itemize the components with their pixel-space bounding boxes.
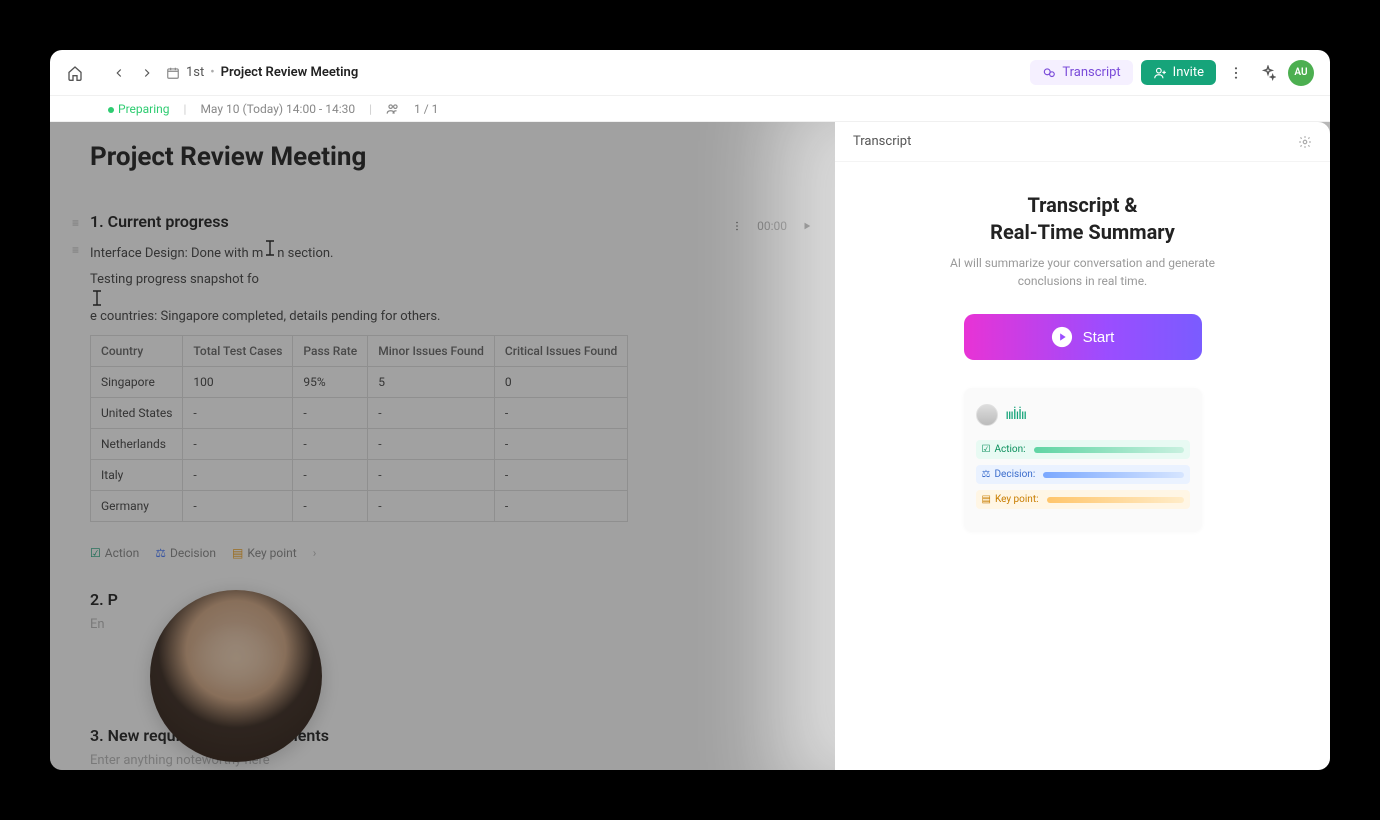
table-row[interactable]: United States---- — [91, 397, 628, 428]
panel-title: Transcript — [853, 134, 911, 149]
tag-keypoint[interactable]: ▤Key point — [232, 546, 297, 560]
invite-label: Invite — [1173, 65, 1204, 80]
preview-decision: ⚖Decision: — [976, 465, 1190, 484]
sparkle-icon[interactable] — [1256, 61, 1280, 85]
topbar: 1st • Project Review Meeting Transcript … — [50, 50, 1330, 96]
topbar-right: Transcript Invite AU — [1030, 60, 1314, 86]
start-button[interactable]: Start — [964, 314, 1202, 360]
panel-hero-title: Transcript &Real-Time Summary — [990, 192, 1175, 246]
section-more-icon[interactable] — [729, 218, 745, 234]
preview-card: ıııİıİıı ☑Action: ⚖Decision: ▤Key point: — [964, 388, 1202, 531]
play-circle-icon — [1051, 326, 1073, 348]
more-menu-button[interactable] — [1224, 61, 1248, 85]
preview-action: ☑Action: — [976, 440, 1190, 459]
breadcrumb-folder[interactable]: 1st — [186, 65, 204, 80]
table-header: Pass Rate — [293, 335, 368, 366]
text-line-1[interactable]: ≡ Interface Design: Done with mn section… — [90, 239, 815, 264]
transcript-label: Transcript — [1062, 65, 1120, 80]
text-cursor-icon — [263, 239, 277, 257]
section-timer: 00:00 — [757, 219, 787, 233]
tag-action[interactable]: ☑Action — [90, 546, 139, 560]
transcript-button[interactable]: Transcript — [1030, 60, 1132, 85]
gavel-icon: ⚖ — [155, 546, 166, 560]
panel-subtitle: AI will summarize your conversation and … — [943, 254, 1223, 290]
table-header: Critical Issues Found — [494, 335, 627, 366]
check-square-icon: ☑ — [982, 444, 991, 455]
invite-button[interactable]: Invite — [1141, 60, 1216, 85]
calendar-icon — [166, 66, 180, 80]
home-icon[interactable] — [66, 64, 84, 82]
breadcrumb-separator: • — [210, 65, 214, 80]
transcript-panel: Transcript Transcript &Real-Time Summary… — [835, 122, 1330, 770]
section-1: ≡ 1. Current progress 00:00 ≡ Interface … — [90, 212, 815, 560]
speaker-avatar — [976, 404, 998, 426]
status-preparing: Preparing — [108, 102, 170, 116]
waveform-icon: ıııİıİıı — [1006, 407, 1026, 423]
page-title[interactable]: Project Review Meeting — [90, 142, 815, 172]
table-header: Country — [91, 335, 183, 366]
table-header: Minor Issues Found — [368, 335, 495, 366]
table-row[interactable]: Italy---- — [91, 459, 628, 490]
transcript-icon — [1042, 66, 1056, 80]
meeting-datetime: May 10 (Today) 14:00 - 14:30 — [200, 102, 355, 116]
text-line-2[interactable]: Testing progress snapshot foe countries:… — [90, 270, 815, 327]
gear-icon[interactable] — [1298, 135, 1312, 149]
gavel-icon: ⚖ — [982, 469, 991, 480]
note-icon: ▤ — [232, 546, 243, 560]
table-header: Total Test Cases — [183, 335, 293, 366]
check-square-icon: ☑ — [90, 546, 101, 560]
app-window: 1st • Project Review Meeting Transcript … — [50, 50, 1330, 770]
invite-icon — [1153, 66, 1167, 80]
table-row[interactable]: Netherlands---- — [91, 428, 628, 459]
meeting-meta-bar: Preparing | May 10 (Today) 14:00 - 14:30… — [50, 96, 1330, 122]
table-row[interactable]: Singapore10095%50 — [91, 366, 628, 397]
drag-handle-icon[interactable]: ≡ — [72, 216, 79, 230]
progress-table[interactable]: CountryTotal Test CasesPass RateMinor Is… — [90, 335, 628, 522]
panel-body: Transcript &Real-Time Summary AI will su… — [835, 162, 1330, 770]
breadcrumb-page[interactable]: Project Review Meeting — [221, 65, 359, 80]
section-controls: 00:00 — [729, 218, 815, 234]
preview-keypoint: ▤Key point: — [976, 490, 1190, 509]
user-avatar[interactable]: AU — [1288, 60, 1314, 86]
drag-handle-icon[interactable]: ≡ — [72, 241, 79, 259]
tag-decision[interactable]: ⚖Decision — [155, 546, 216, 560]
attendees-icon — [386, 102, 400, 116]
play-icon[interactable] — [799, 218, 815, 234]
panel-header: Transcript — [835, 122, 1330, 162]
forward-button[interactable] — [138, 64, 156, 82]
note-icon: ▤ — [982, 494, 991, 505]
webcam-bubble[interactable] — [150, 590, 322, 762]
preview-speaker: ıııİıİıı — [976, 404, 1190, 426]
back-button[interactable] — [110, 64, 128, 82]
attendee-count: 1 / 1 — [414, 102, 438, 116]
annotation-tags: ☑Action ⚖Decision ▤Key point › — [90, 546, 815, 560]
start-label: Start — [1083, 329, 1115, 346]
section-1-heading[interactable]: 1. Current progress — [90, 212, 229, 231]
breadcrumb: 1st • Project Review Meeting — [166, 65, 358, 80]
chevron-right-icon[interactable]: › — [313, 546, 317, 560]
table-row[interactable]: Germany---- — [91, 490, 628, 521]
text-cursor-icon — [90, 289, 815, 307]
